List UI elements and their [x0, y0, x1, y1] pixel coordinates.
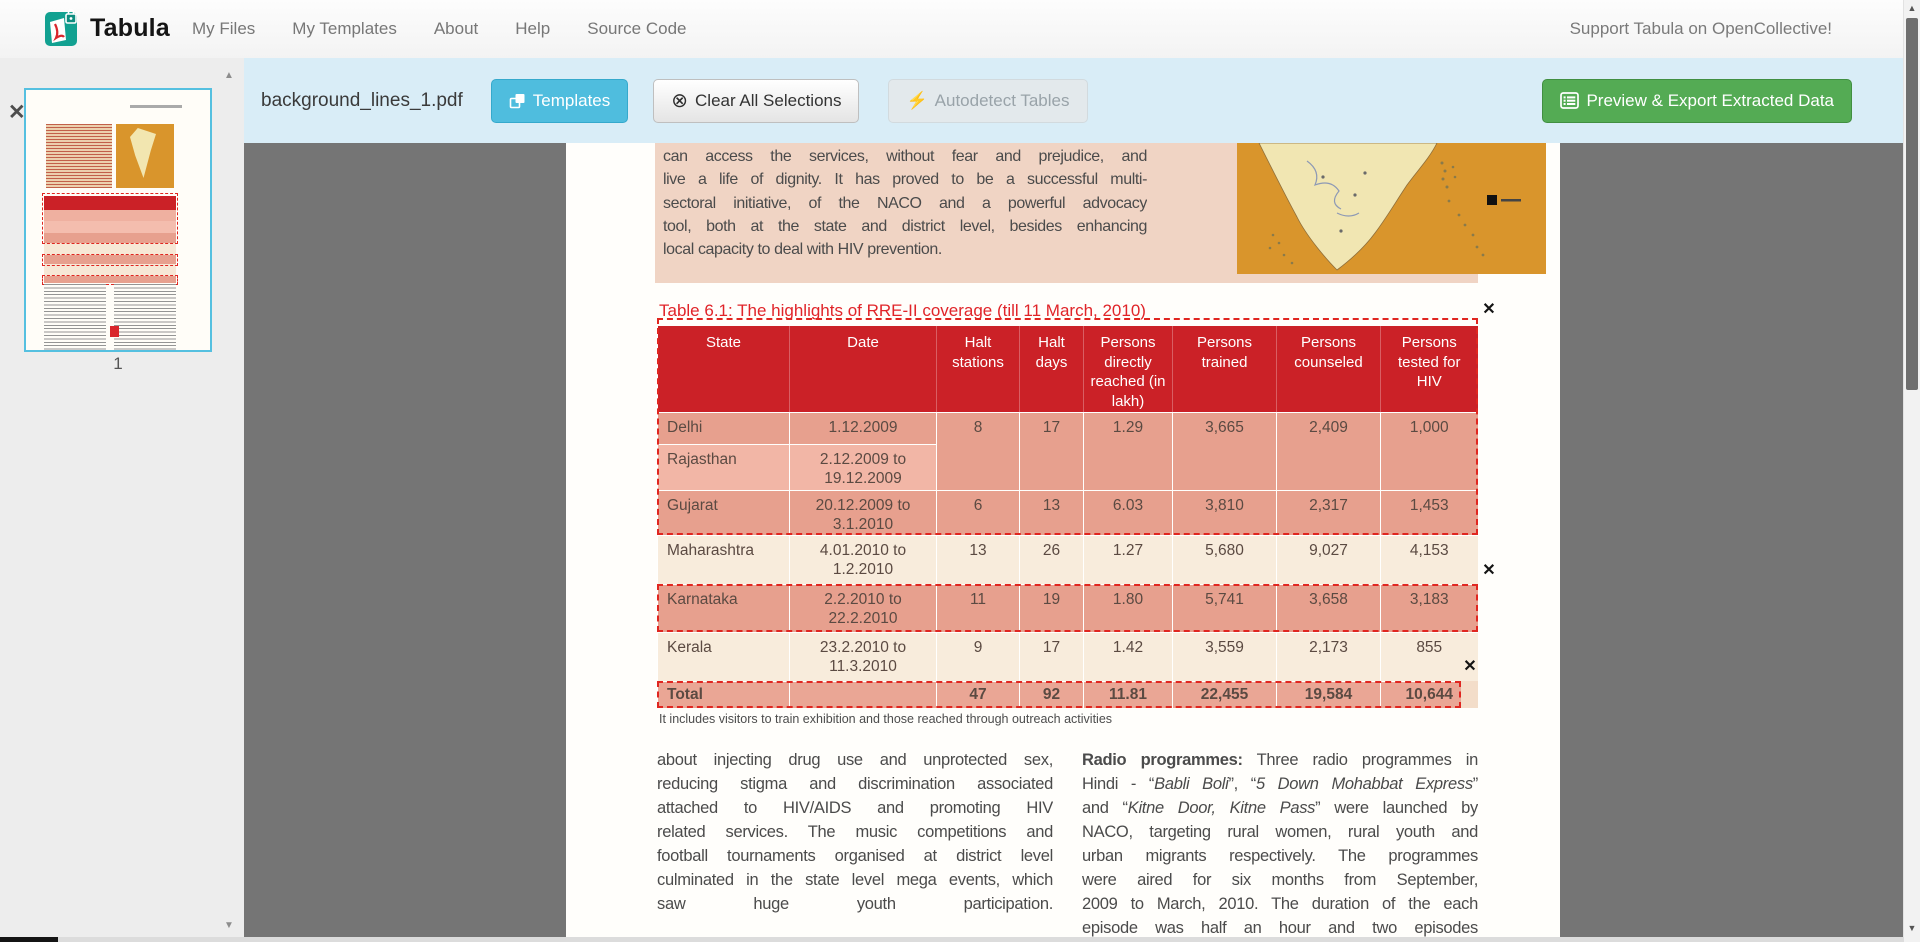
cell-value: 9,027 — [1277, 535, 1381, 584]
remove-selection-3-icon[interactable]: ✕ — [1461, 658, 1479, 676]
nav-item-help[interactable]: Help — [515, 19, 550, 39]
thumb-intro-block — [46, 124, 112, 188]
thumb-selection-2 — [42, 254, 178, 266]
thumb-map-land — [130, 128, 156, 178]
thumbnail-sidebar: ✕ 1 ▲ — [0, 58, 244, 942]
preview-export-button[interactable]: Preview & Export Extracted Data — [1542, 79, 1852, 123]
toolbar: background_lines_1.pdf Templates ⊗ Clear… — [244, 58, 1904, 143]
cell-value: 3,559 — [1173, 632, 1277, 681]
text-line: urban migrants respectively. The program… — [1082, 844, 1478, 868]
text-line: football tournaments organised at distri… — [657, 844, 1053, 868]
nav-item-about[interactable]: About — [434, 19, 478, 39]
templates-icon — [509, 93, 526, 109]
autodetect-label: Autodetect Tables — [935, 91, 1070, 111]
india-map-image — [1237, 143, 1546, 274]
text-line: saw huge youth participation. — [657, 892, 1053, 916]
sidebar-scroll-up-icon[interactable]: ▲ — [224, 70, 234, 81]
brand-link[interactable]: Tabula — [44, 8, 170, 48]
cell-value: 2,173 — [1277, 632, 1381, 681]
pdf-text-column-right: Radio programmes: Three radio programmes… — [1082, 748, 1478, 940]
thumb-text-column-right — [114, 284, 176, 350]
document-pane[interactable]: can access the services, without fear an… — [244, 143, 1904, 942]
text-line: 2009 to March, 2010. The duration of the… — [1082, 892, 1478, 916]
text-line: attached to HIV/AIDS and promoting HIV — [657, 796, 1053, 820]
cell-value: 17 — [1020, 632, 1084, 681]
sidebar-scroll-down-icon[interactable]: ▼ — [224, 920, 234, 931]
text-line: local capacity to deal with HIV preventi… — [663, 238, 1147, 261]
text-line: sectoral initiative, of the NACO and a p… — [663, 192, 1147, 215]
thumb-map — [116, 124, 174, 188]
brand-title: Tabula — [90, 14, 170, 43]
cell-date: 4.01.2010 to 1.2.2010 — [790, 535, 937, 584]
text-line: live a life of dignity. It has proved to… — [663, 168, 1147, 191]
tabula-app: Tabula My Files My Templates About Help Sour… — [0, 0, 1920, 942]
total-row-unselected-corner — [1461, 681, 1478, 708]
clear-selections-label: Clear All Selections — [695, 91, 841, 111]
text-line: Hindi - “Babli Boli”, “5 Down Mohabbat E… — [1082, 772, 1478, 796]
thumb-page-badge — [110, 326, 119, 337]
table-row-maharashtra: Maharashtra4.01.2010 to 1.2.201013261.27… — [658, 535, 1478, 584]
thumb-header-text — [130, 105, 182, 108]
selection-box-2[interactable] — [657, 584, 1478, 632]
remove-selection-1-icon[interactable]: ✕ — [1480, 301, 1498, 319]
cell-value: 4,153 — [1381, 535, 1478, 584]
text-line: can access the services, without fear an… — [663, 145, 1147, 168]
remove-page-icon[interactable]: ✕ — [8, 102, 26, 123]
thumb-text-column-left — [44, 284, 106, 350]
text-line: were aired for six months from September… — [1082, 868, 1478, 892]
thumbnail-page-number: 1 — [24, 354, 212, 374]
cell-date: 23.2.2010 to 11.3.2010 — [790, 632, 937, 681]
text-line: culminated in the state level mega event… — [657, 868, 1053, 892]
lightning-icon: ⚡ — [906, 91, 927, 111]
document-filename: background_lines_1.pdf — [261, 90, 463, 112]
cell-state: Maharashtra — [658, 535, 790, 584]
pdf-text-column-left: about injecting drug use and unprotected… — [657, 748, 1053, 916]
selection-box-3[interactable] — [657, 681, 1461, 708]
remove-selection-2-icon[interactable]: ✕ — [1480, 562, 1498, 580]
clear-selections-icon: ⊗ — [671, 91, 688, 111]
templates-button[interactable]: Templates — [491, 79, 628, 123]
scrollbar-up-icon[interactable]: ▲ — [1904, 0, 1920, 16]
cell-value: 5,680 — [1173, 535, 1277, 584]
text-line: about injecting drug use and unprotected… — [657, 748, 1053, 772]
vertical-scrollbar-thumb[interactable] — [1906, 18, 1918, 390]
nav-item-my-files[interactable]: My Files — [192, 19, 255, 39]
cell-value: 26 — [1020, 535, 1084, 584]
cell-value: 1.42 — [1084, 632, 1173, 681]
tabula-logo-icon — [44, 8, 80, 48]
navbar: Tabula My Files My Templates About Help Sour… — [0, 0, 1920, 59]
text-line: related services. The music competitions… — [657, 820, 1053, 844]
browser-vertical-scrollbar[interactable]: ▲ ▼ — [1903, 0, 1920, 942]
pdf-table-footnote: It includes visitors to train exhibition… — [659, 712, 1112, 726]
pdf-page[interactable]: can access the services, without fear an… — [566, 143, 1560, 942]
scrollbar-down-icon[interactable]: ▼ — [1904, 920, 1920, 936]
nav-items: My Files My Templates About Help Source Code — [192, 0, 686, 58]
text-line: and “Kitne Door, Kitne Pass” were launch… — [1082, 796, 1478, 820]
horizontal-scrollbar-thumb[interactable] — [0, 937, 58, 942]
selection-box-1[interactable] — [657, 318, 1478, 535]
browser-horizontal-scrollbar[interactable] — [0, 937, 1904, 942]
text-line: tool, both at the state and district lev… — [663, 215, 1147, 238]
pdf-intro-text: can access the services, without fear an… — [663, 145, 1147, 261]
autodetect-tables-button[interactable]: ⚡ Autodetect Tables — [888, 79, 1087, 123]
nav-item-source-code[interactable]: Source Code — [587, 19, 686, 39]
support-opencollective-link[interactable]: Support Tabula on OpenCollective! — [1570, 0, 1832, 58]
clear-all-selections-button[interactable]: ⊗ Clear All Selections — [653, 79, 859, 123]
nav-item-my-templates[interactable]: My Templates — [292, 19, 397, 39]
text-line: Radio programmes: Three radio programmes… — [1082, 748, 1478, 772]
page-thumbnail[interactable] — [24, 88, 212, 352]
thumb-selection-1 — [42, 193, 178, 244]
templates-label: Templates — [533, 91, 610, 111]
cell-value: 1.27 — [1084, 535, 1173, 584]
pdf-intro-block: can access the services, without fear an… — [655, 143, 1478, 283]
thumb-table — [44, 196, 176, 270]
cell-state: Kerala — [658, 632, 790, 681]
text-line: reducing stigma and discrimination assoc… — [657, 772, 1053, 796]
cell-value: 13 — [937, 535, 1020, 584]
cell-value: 9 — [937, 632, 1020, 681]
preview-export-label: Preview & Export Extracted Data — [1586, 91, 1834, 111]
export-table-icon — [1560, 92, 1579, 109]
text-line: NACO, targeting rural women, rural youth… — [1082, 820, 1478, 844]
table-row-kerala: Kerala23.2.2010 to 11.3.20109171.423,559… — [658, 632, 1478, 681]
